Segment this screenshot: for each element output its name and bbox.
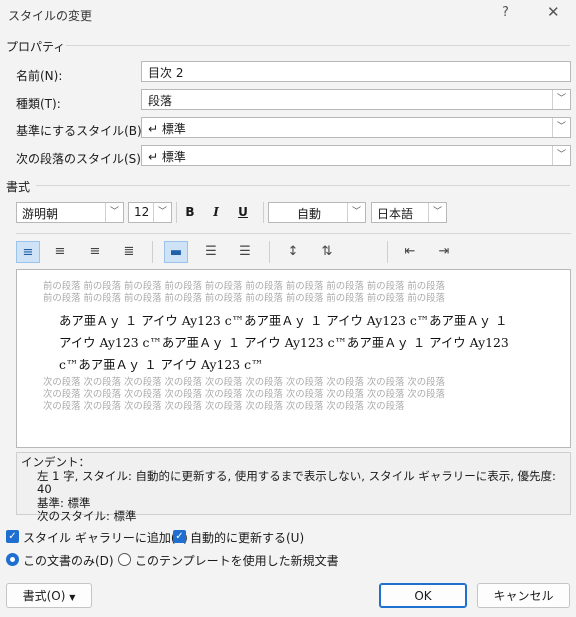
format-section-label: 書式 [6,180,31,194]
add-to-gallery-label[interactable]: スタイル ギャラリーに追加(S) [23,529,188,546]
chevron-down-icon: ﹀ [552,118,570,137]
font-size-dropdown[interactable]: 12 ﹀ [128,202,172,223]
double-spacing-icon[interactable]: ☰ [233,241,257,263]
one-half-spacing-icon[interactable]: ☰ [199,241,223,263]
next-paragraph-text: 次の段落 次の段落 次の段落 次の段落 次の段落 次の段落 次の段落 次の段落 … [43,401,405,412]
align-center-icon[interactable]: ≡ [48,241,72,263]
underline-button[interactable]: U [234,202,252,223]
next-style-dropdown[interactable]: ↵ 標準 ﹀ [141,145,571,166]
next-paragraph-text: 次の段落 次の段落 次の段落 次の段落 次の段落 次の段落 次の段落 次の段落 … [43,389,445,400]
this-document-radio[interactable] [6,553,19,566]
chevron-down-icon: ﹀ [428,203,446,222]
font-color-value: 自動 [296,207,321,221]
description-line: 次のスタイル: 標準 [37,509,137,523]
next-paragraph-text: 次の段落 次の段落 次の段落 次の段落 次の段落 次の段落 次の段落 次の段落 … [43,377,445,388]
section-divider [16,233,571,234]
description-line: 基準: 標準 [37,495,91,510]
auto-update-checkbox[interactable]: ✓ [173,530,186,543]
window-title: スタイルの変更 [8,9,93,23]
increase-indent-icon[interactable]: ⇥ [432,241,456,263]
toolbar-separator [269,241,270,263]
language-dropdown[interactable]: 日本語 ﹀ [371,202,447,223]
new-documents-label[interactable]: このテンプレートを使用した新規文書 [135,552,339,569]
chevron-down-icon: ﹀ [153,203,171,222]
chevron-down-icon: ﹀ [552,90,570,109]
toolbar-separator [387,241,388,263]
properties-section-label: プロパティ [6,40,66,54]
language-value: 日本語 [377,207,414,221]
style-description: インデント： 左 1 字, スタイル: 自動的に更新する, 使用するまで表示しな… [16,452,571,523]
cancel-button[interactable]: キャンセル [477,583,570,608]
italic-button[interactable]: I [207,202,225,223]
bold-button[interactable]: B [181,202,199,223]
section-divider [66,45,570,46]
align-right-icon[interactable]: ≡ [83,241,107,263]
name-value: 目次 2 [148,66,184,80]
this-document-label[interactable]: この文書のみ(D) [23,552,114,569]
previous-paragraph-text: 前の段落 前の段落 前の段落 前の段落 前の段落 前の段落 前の段落 前の段落 … [43,281,445,292]
toolbar-separator [263,202,264,223]
close-button[interactable]: ✕ [547,3,560,21]
style-preview: 前の段落 前の段落 前の段落 前の段落 前の段落 前の段落 前の段落 前の段落 … [16,269,571,448]
add-to-gallery-checkbox[interactable]: ✓ [6,530,19,543]
description-line: 左 1 字, スタイル: 自動的に更新する, 使用するまで表示しない, スタイル… [37,468,556,496]
align-left-icon[interactable]: ≡ [16,241,40,263]
chevron-down-icon: ﹀ [105,203,123,222]
align-justify-icon[interactable]: ≣ [117,241,141,263]
previous-paragraph-text: 前の段落 前の段落 前の段落 前の段落 前の段落 前の段落 前の段落 前の段落 … [43,293,445,304]
section-divider [36,185,570,186]
toolbar-separator [152,241,153,263]
sample-text: c™あア亜Ａｙ １ アイウ Ay123 c™ [59,357,264,372]
next-style-label: 次の段落のスタイル(S): [16,152,146,166]
based-on-label: 基準にするスタイル(B): [16,124,146,138]
based-on-dropdown[interactable]: ↵ 標準 ﹀ [141,117,571,138]
type-value: 段落 [148,94,173,108]
font-size-value: 12 [134,205,150,219]
sample-text: アイウ Ay123 c™あア亜Ａｙ １ アイウ Ay123 c™あア亜Ａｙ １ … [59,335,509,350]
chevron-down-icon: ﹀ [347,203,365,222]
auto-update-label[interactable]: 自動的に更新する(U) [190,529,304,546]
decrease-spacing-icon[interactable]: ⇅ [315,241,339,263]
toolbar-separator [176,202,177,223]
help-button[interactable]: ? [502,5,509,20]
single-spacing-icon[interactable]: ▬ [164,241,188,263]
type-dropdown[interactable]: 段落 ﹀ [141,89,571,110]
increase-spacing-icon[interactable]: ↕ [281,241,305,263]
ok-button[interactable]: OK [379,583,467,608]
type-label: 種類(T): [16,97,61,111]
chevron-down-icon: ﹀ [552,146,570,165]
font-value: 游明朝 [22,207,59,221]
font-color-dropdown[interactable]: 自動 ﹀ [268,202,366,223]
sample-text: あア亜Ａｙ １ アイウ Ay123 c™あア亜Ａｙ １ アイウ Ay123 c™… [59,313,508,328]
name-input[interactable]: 目次 2 [141,61,571,82]
based-on-value: ↵ 標準 [148,122,186,136]
font-dropdown[interactable]: 游明朝 ﹀ [16,202,124,223]
title-bar: スタイルの変更 ? ✕ [0,0,576,30]
description-line: インデント： [21,455,90,469]
caret-down-icon: ▼ [69,593,76,602]
format-menu-button[interactable]: 書式(O) ▼ [6,583,92,608]
decrease-indent-icon[interactable]: ⇤ [398,241,422,263]
format-button-label: 書式(O) [22,589,66,603]
next-style-value: ↵ 標準 [148,150,186,164]
name-label: 名前(N): [16,69,63,83]
new-documents-radio[interactable] [118,553,131,566]
